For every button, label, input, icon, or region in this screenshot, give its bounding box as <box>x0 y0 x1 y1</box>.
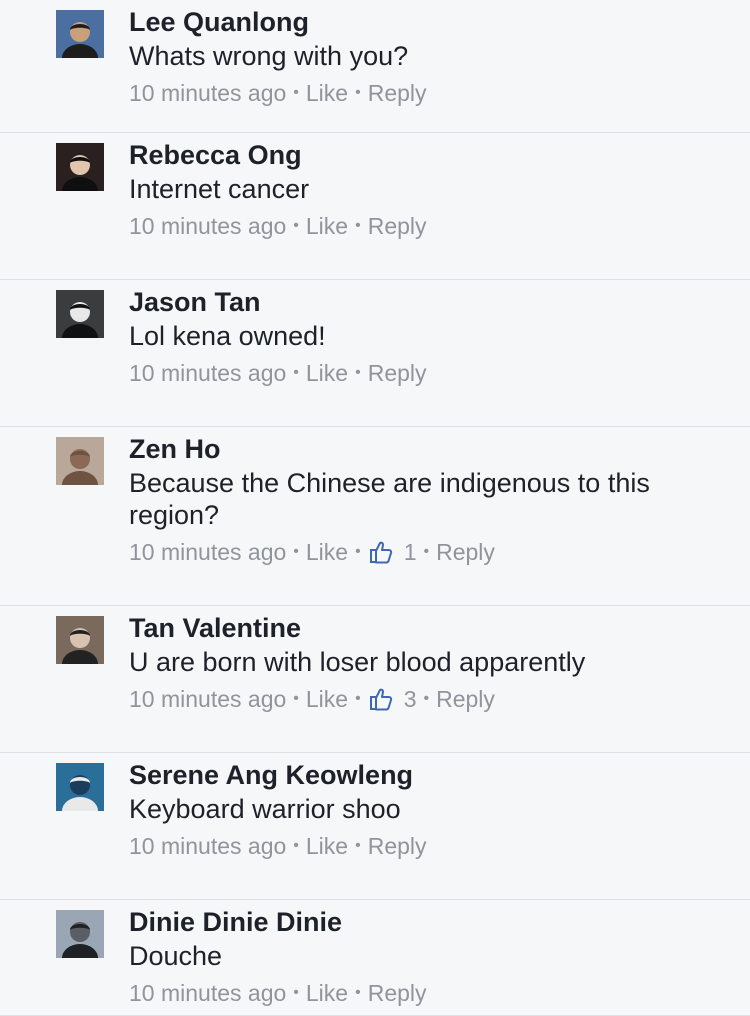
comment-item: Jason Tan Lol kena owned! 10 minutes ago • L… <box>0 280 750 427</box>
reply-link[interactable]: Reply <box>368 976 427 1010</box>
comment-text: Keyboard warrior shoo <box>129 794 401 824</box>
separator-dot: • <box>423 690 430 707</box>
comment-timestamp[interactable]: 10 minutes ago <box>129 356 286 390</box>
comment-item: Tan Valentine U are born with loser blood… <box>0 606 750 753</box>
commenter-name[interactable]: Tan Valentine <box>129 610 720 646</box>
commenter-name[interactable]: Rebecca Ong <box>129 137 720 173</box>
comment-item: Serene Ang Keowleng Keyboard warrior shoo… <box>0 753 750 900</box>
avatar-zen-ho[interactable] <box>56 437 104 485</box>
separator-dot: • <box>355 543 361 560</box>
separator-dot: • <box>293 837 299 854</box>
comment-list: Lee Quanlong Whats wrong with you? 10 minu… <box>0 0 750 1016</box>
separator-dot: • <box>293 217 299 234</box>
avatar-rebecca-ong[interactable] <box>56 143 104 191</box>
thumbs-up-icon <box>368 539 394 565</box>
commenter-name[interactable]: Serene Ang Keowleng <box>129 757 720 793</box>
like-count[interactable]: 1 <box>368 535 417 569</box>
comment-body: Tan Valentine U are born with loser blood… <box>129 610 720 716</box>
comment-text: Internet cancer <box>129 174 310 204</box>
separator-dot: • <box>293 984 299 1001</box>
avatar-tan-valentine[interactable] <box>56 616 104 664</box>
comment-meta: 10 minutes ago • Like • Reply <box>129 976 720 1010</box>
comment-body: Zen Ho Because the Chinese are indigenous… <box>129 431 720 569</box>
reply-link[interactable]: Reply <box>436 535 495 569</box>
separator-dot: • <box>293 364 299 381</box>
separator-dot: • <box>293 690 299 707</box>
like-count-value: 3 <box>403 686 417 712</box>
reply-link[interactable]: Reply <box>368 209 427 243</box>
comment-timestamp[interactable]: 10 minutes ago <box>129 682 286 716</box>
comment-meta: 10 minutes ago • Like • Reply <box>129 76 720 110</box>
separator-dot: • <box>355 84 361 101</box>
separator-dot: • <box>293 84 299 101</box>
reply-link[interactable]: Reply <box>368 76 427 110</box>
reply-link[interactable]: Reply <box>368 829 427 863</box>
avatar-lee-quanlong[interactable] <box>56 10 104 58</box>
comment-body: Jason Tan Lol kena owned! 10 minutes ago • L… <box>129 284 720 390</box>
avatar-jason-tan[interactable] <box>56 290 104 338</box>
separator-dot: • <box>355 984 361 1001</box>
comment-text: Whats wrong with you? <box>129 41 409 71</box>
comment-timestamp[interactable]: 10 minutes ago <box>129 829 286 863</box>
like-link[interactable]: Like <box>306 976 348 1010</box>
comment-body: Lee Quanlong Whats wrong with you? 10 minu… <box>129 4 720 110</box>
separator-dot: • <box>355 217 361 234</box>
separator-dot: • <box>355 364 361 381</box>
avatar-serene-ang-keowleng[interactable] <box>56 763 104 811</box>
like-link[interactable]: Like <box>306 356 348 390</box>
commenter-name[interactable]: Jason Tan <box>129 284 720 320</box>
commenter-name[interactable]: Zen Ho <box>129 431 720 467</box>
comment-body: Rebecca Ong Internet cancer 10 minutes ago… <box>129 137 720 243</box>
thumbs-up-icon <box>368 686 394 712</box>
comment-meta: 10 minutes ago • Like • Reply <box>129 356 720 390</box>
like-count-value: 1 <box>403 539 417 565</box>
comment-body: Serene Ang Keowleng Keyboard warrior shoo… <box>129 757 720 863</box>
comment-timestamp[interactable]: 10 minutes ago <box>129 535 286 569</box>
like-link[interactable]: Like <box>306 829 348 863</box>
commenter-name[interactable]: Dinie Dinie Dinie <box>129 904 720 940</box>
comment-meta: 10 minutes ago • Like • Reply <box>129 209 720 243</box>
avatar-dinie-dinie-dinie[interactable] <box>56 910 104 958</box>
comment-text: Douche <box>129 941 223 971</box>
comment-meta: 10 minutes ago • Like • 1 • Reply <box>129 535 720 569</box>
like-link[interactable]: Like <box>306 682 348 716</box>
separator-dot: • <box>355 690 361 707</box>
like-count[interactable]: 3 <box>368 682 417 716</box>
reply-link[interactable]: Reply <box>436 682 495 716</box>
comment-timestamp[interactable]: 10 minutes ago <box>129 976 286 1010</box>
separator-dot: • <box>423 543 430 560</box>
comment-item: Zen Ho Because the Chinese are indigenous… <box>0 427 750 606</box>
comment-timestamp[interactable]: 10 minutes ago <box>129 76 286 110</box>
comment-body: Dinie Dinie Dinie Douche 10 minutes ago • Li… <box>129 904 720 1010</box>
separator-dot: • <box>293 543 299 560</box>
like-link[interactable]: Like <box>306 535 348 569</box>
comment-timestamp[interactable]: 10 minutes ago <box>129 209 286 243</box>
comment-meta: 10 minutes ago • Like • 3 • Reply <box>129 682 720 716</box>
comment-text: Lol kena owned! <box>129 321 326 351</box>
comment-text: Because the Chinese are indigenous to th… <box>129 468 650 530</box>
like-link[interactable]: Like <box>306 209 348 243</box>
comment-meta: 10 minutes ago • Like • Reply <box>129 829 720 863</box>
comment-item: Rebecca Ong Internet cancer 10 minutes ago… <box>0 133 750 280</box>
comment-item: Lee Quanlong Whats wrong with you? 10 minu… <box>0 0 750 133</box>
like-link[interactable]: Like <box>306 76 348 110</box>
comment-text: U are born with loser blood apparently <box>129 647 586 677</box>
reply-link[interactable]: Reply <box>368 356 427 390</box>
comment-item: Dinie Dinie Dinie Douche 10 minutes ago • Li… <box>0 900 750 1016</box>
separator-dot: • <box>355 837 361 854</box>
commenter-name[interactable]: Lee Quanlong <box>129 4 720 40</box>
